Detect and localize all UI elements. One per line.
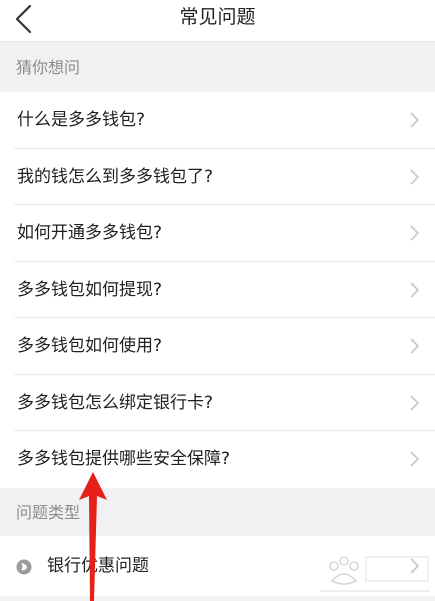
faq-item[interactable]: 多多钱包如何提现? [0, 262, 435, 319]
faq-item[interactable]: 多多钱包怎么绑定银行卡? [0, 375, 435, 432]
coin-icon [16, 559, 32, 575]
chevron-right-icon [410, 281, 419, 298]
type-item[interactable]: 银行优惠问题 [0, 536, 435, 596]
chevron-right-icon [410, 338, 419, 354]
faq-item-label: 多多钱包如何提现? [17, 279, 163, 300]
faq-list: 什么是多多钱包? 我的钱怎么到多多钱包了? 如何开通多多钱包? 多多钱包如何提现… [0, 92, 435, 488]
faq-item-label: 多多钱包如何使用? [17, 336, 163, 356]
chevron-right-icon [410, 225, 419, 241]
faq-item[interactable]: 什么是多多钱包? [0, 92, 435, 149]
faq-item-label: 多多钱包提供哪些安全保障? [17, 449, 231, 469]
faq-item[interactable]: 多多钱包提供哪些安全保障? [0, 431, 435, 488]
nav-header: 常见问题 [0, 0, 435, 42]
chevron-right-icon [410, 451, 419, 467]
faq-item-label: 多多钱包怎么绑定银行卡? [17, 392, 214, 413]
chevron-right-icon [410, 394, 419, 411]
chevron-right-icon [410, 168, 419, 185]
type-item-label: 银行优惠问题 [47, 556, 149, 576]
section-header-types: 问题类型 [0, 488, 435, 536]
faq-item[interactable]: 如何开通多多钱包? [0, 205, 435, 262]
faq-item-label: 我的钱怎么到多多钱包了? [17, 166, 214, 187]
faq-item-label: 如何开通多多钱包? [17, 223, 163, 243]
section-header-guess: 猜你想问 [0, 42, 435, 92]
type-list: 银行优惠问题 [0, 536, 435, 596]
faq-page: 常见问题 猜你想问 什么是多多钱包? 我的钱怎么到多多钱包了? 如何开通多多钱包… [0, 0, 435, 601]
page-title: 常见问题 [179, 6, 256, 28]
faq-item-label: 什么是多多钱包? [17, 110, 146, 130]
chevron-right-icon [410, 112, 419, 128]
faq-item[interactable]: 多多钱包如何使用? [0, 318, 435, 375]
faq-item[interactable]: 我的钱怎么到多多钱包了? [0, 149, 435, 206]
chevron-right-icon [410, 558, 419, 574]
